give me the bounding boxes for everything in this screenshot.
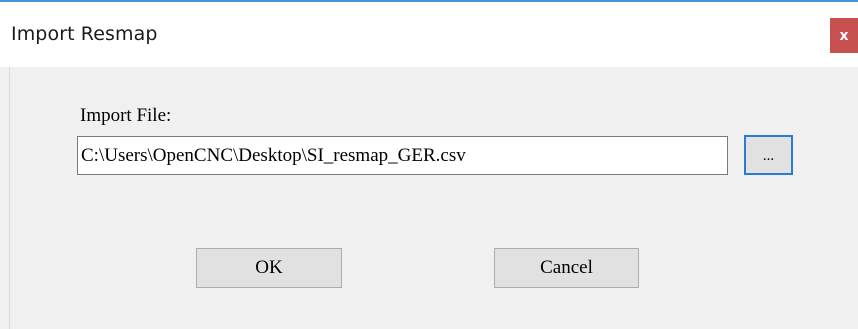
close-icon: x	[839, 27, 849, 44]
title-bar[interactable]: Import Resmap x	[0, 0, 858, 67]
import-file-path-input[interactable]	[77, 136, 728, 175]
ok-button-label: OK	[255, 257, 283, 278]
dialog-title: Import Resmap	[11, 23, 158, 45]
import-resmap-dialog: Import Resmap x Import File: ... OK Canc…	[0, 0, 858, 329]
import-file-label: Import File:	[80, 105, 172, 126]
cancel-button[interactable]: Cancel	[494, 248, 639, 288]
browse-button[interactable]: ...	[744, 135, 793, 175]
cancel-button-label: Cancel	[540, 257, 593, 278]
browse-button-label: ...	[762, 147, 775, 164]
ok-button[interactable]: OK	[196, 248, 342, 288]
close-button[interactable]: x	[830, 18, 858, 53]
